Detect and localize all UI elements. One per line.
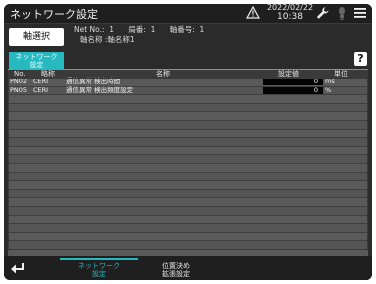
table-row[interactable] [8,232,368,242]
menu-icon[interactable] [354,8,366,18]
table-row[interactable] [8,120,368,130]
date-text: 2022/02/22 [266,4,314,12]
warning-icon[interactable] [246,6,260,19]
time-text: 10:38 [277,12,303,22]
axis-info: Net No.: 1 局番: 1 軸番号: 1 軸名称 :軸名称1 [74,25,204,45]
header-bar: ネットワーク設定 2022/02/22 10:38 [4,4,372,24]
table-row[interactable] [8,189,368,199]
page-title: ネットワーク設定 [10,8,98,21]
table-row[interactable] [8,163,368,173]
row-no: PN02 [10,77,28,85]
table-row[interactable] [8,241,368,250]
table-row[interactable] [8,215,368,225]
table-row[interactable] [8,181,368,190]
help-button[interactable]: ? [354,52,367,66]
row-unit: % [325,85,332,94]
row-unit: ms [325,77,335,85]
wrench-icon[interactable] [316,6,330,20]
col-unit: 単位 [334,70,348,78]
table-row[interactable] [8,138,368,147]
table-row[interactable] [8,155,368,164]
network-settings-label-1: ネットワーク [15,53,58,61]
row-abbr: CERI [33,85,49,94]
setting-value: 0 [313,77,318,85]
table-row[interactable] [8,224,368,233]
row-abbr: CERI [33,77,49,85]
table-row[interactable] [8,129,368,139]
row-no: PN05 [10,85,28,94]
setting-value-field[interactable]: 0 [263,85,323,94]
hmi-screen: ネットワーク設定 2022/02/22 10:38 軸選択 Net No.: 1… [4,4,372,280]
col-setting: 設定値 [278,70,299,78]
tab-positioning-label-1: 位置決め [162,262,190,270]
setting-value-field[interactable]: 0 [263,78,323,85]
setting-value: 0 [313,85,318,94]
table-row[interactable] [8,206,368,216]
parameter-table: PN02 CERI 通信異常 検出時間 0 ms PN05 CERI 通信異常 検出頻度設定 0… [8,78,368,276]
tab-network-settings[interactable]: ネットワーク 設定 [60,258,138,278]
footer-bar: ネットワーク 設定 位置決め 拡張設定 [4,256,372,280]
row-name: 通信異常 検出時間 [66,77,121,85]
device-frame: ネットワーク設定 2022/02/22 10:38 軸選択 Net No.: 1… [0,0,376,284]
axis-select-button[interactable]: 軸選択 [9,28,64,46]
axis-name-line: 軸名称 :軸名称1 [80,35,135,44]
lamp-icon[interactable] [338,6,346,21]
tab-positioning-label-2: 拡張設定 [162,270,190,278]
network-settings-label-2: 設定 [29,61,44,69]
table-row[interactable] [8,172,368,182]
table-row[interactable] [8,95,368,104]
table-row[interactable] [8,112,368,121]
datetime: 2022/02/22 10:38 [264,4,316,22]
row-name: 通信異常 検出頻度設定 [66,85,134,94]
table-row[interactable] [8,198,368,207]
tab-positioning-extended[interactable]: 位置決め 拡張設定 [141,258,211,278]
tab-network-label-2: 設定 [92,270,106,278]
network-settings-button[interactable]: ネットワーク 設定 [9,52,64,69]
table-row[interactable] [8,146,368,156]
net-info-line: Net No.: 1 局番: 1 軸番号: 1 [74,25,205,34]
table-row[interactable] [8,103,368,113]
col-name: 名称 [156,70,170,78]
tab-network-label-1: ネットワーク [78,262,120,270]
table-row[interactable]: PN05 CERI 通信異常 検出頻度設定 0% [8,85,368,96]
return-icon[interactable] [10,261,26,275]
